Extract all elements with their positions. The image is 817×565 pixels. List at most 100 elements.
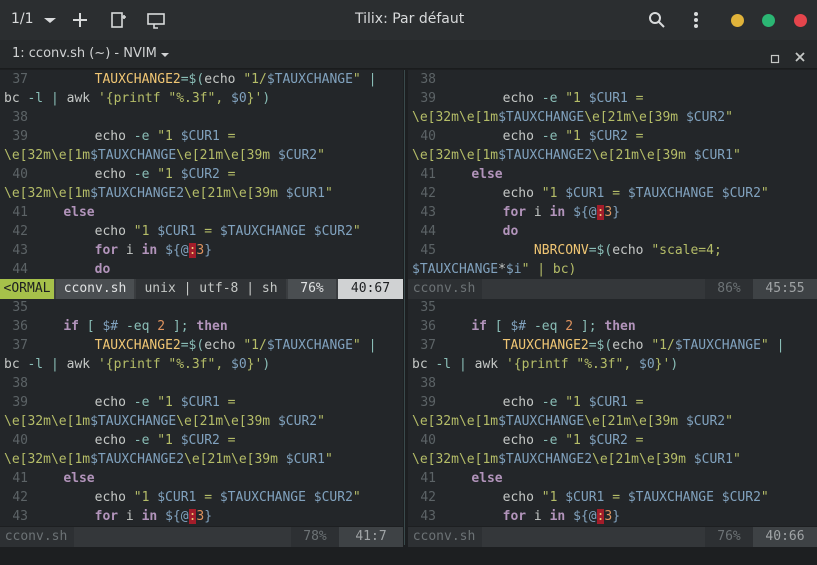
- line-text: echo -e "1 $CUR1 =: [32, 395, 236, 410]
- session-counter[interactable]: 1/1: [11, 11, 34, 27]
- status-position: 40:67: [338, 279, 403, 299]
- add-terminal-icon[interactable]: [68, 8, 92, 32]
- line-number: 42: [420, 186, 436, 201]
- window-title: Tilix: Par défaut: [355, 11, 465, 27]
- sync-input-icon[interactable]: [144, 8, 168, 32]
- status-position: 45:55: [753, 279, 817, 299]
- code-line: 40 echo -e "1 $CUR2 =: [0, 431, 403, 450]
- code-line: \e[32m\e[1m$TAUXCHANGE\e[21m\e[39m $CUR2…: [0, 146, 403, 165]
- line-number: 40: [12, 433, 28, 448]
- code-line: \e[32m\e[1m$TAUXCHANGE2\e[21m\e[39m $CUR…: [0, 184, 403, 203]
- status-fill: [482, 527, 705, 547]
- line-number: 38: [420, 376, 436, 391]
- status-percent: 76%: [707, 527, 751, 547]
- editor-pane-top-left[interactable]: 37 TAUXCHANGE2=$(echo "1/$TAUXCHANGE" | b…: [0, 70, 403, 280]
- close-terminal-icon[interactable]: [794, 48, 806, 62]
- line-text: echo "1 $CUR1 = $TAUXCHANGE $CUR2": [440, 186, 769, 201]
- code-line: 41 else: [408, 469, 817, 488]
- maximize-terminal-icon[interactable]: [770, 49, 780, 64]
- status-percent: 78%: [293, 527, 337, 547]
- code-line: 42 echo "1 $CUR1 = $TAUXCHANGE $CUR2": [408, 488, 817, 507]
- code-line: \e[32m\e[1m$TAUXCHANGE\e[21m\e[39m $CUR2…: [0, 412, 403, 431]
- status-percent: 76%: [288, 279, 336, 299]
- code-line: 35: [408, 298, 817, 317]
- line-text: echo -e "1 $CUR2 =: [440, 129, 644, 144]
- line-text: else: [471, 471, 503, 486]
- chevron-down-icon[interactable]: [38, 8, 62, 32]
- code-line: 36 if [ $# -eq 2 ]; then: [0, 317, 403, 336]
- chevron-down-icon[interactable]: [158, 47, 172, 61]
- line-text: echo -e "1 $CUR2 =: [32, 167, 236, 182]
- line-number: 36: [12, 319, 28, 334]
- line-number: 43: [420, 509, 436, 524]
- code-line: 40 echo -e "1 $CUR2 =: [408, 431, 817, 450]
- close-button[interactable]: [794, 14, 807, 27]
- code-line: 39 echo -e "1 $CUR1 =: [0, 393, 403, 412]
- code-line: 39 echo -e "1 $CUR1 =: [408, 89, 817, 108]
- status-line-top-right: cconv.sh 86% 45:55: [408, 279, 817, 299]
- code-line: bc -l | awk '{printf "%.3f", $0}'): [0, 89, 403, 108]
- line-text: \e[32m\e[1m$TAUXCHANGE2\e[21m\e[39m $CUR…: [4, 452, 333, 467]
- editor-pane-top-right[interactable]: 38 39 echo -e "1 $CUR1 = \e[32m\e[1m$TAUXC…: [408, 70, 817, 280]
- line-number: 39: [420, 91, 436, 106]
- editor-pane-bottom-left[interactable]: 35 36 if [ $# -eq 2 ]; then 37 TAUXCHANGE2…: [0, 298, 403, 526]
- search-icon[interactable]: [645, 8, 669, 32]
- line-text: if [ $# -eq 2 ]; then: [471, 319, 636, 334]
- status-line-bottom-left: cconv.sh 78% 41:7: [0, 527, 403, 547]
- status-fill: [482, 279, 705, 299]
- code-line: 38: [0, 108, 403, 127]
- code-line: $TAUXCHANGE*$i" | bc): [408, 260, 817, 279]
- line-text: echo -e "1 $CUR1 =: [32, 129, 236, 144]
- line-number: 44: [420, 224, 436, 239]
- code-line: 41 else: [0, 203, 403, 222]
- editor-pane-bottom-right[interactable]: 35 36 if [ $# -eq 2 ]; then 37 TAUXCHANGE2…: [408, 298, 817, 526]
- code-line: 38: [408, 70, 817, 89]
- status-position: 41:7: [339, 527, 403, 547]
- code-line: 37 TAUXCHANGE2=$(echo "1/$TAUXCHANGE" |: [0, 336, 403, 355]
- line-text: TAUXCHANGE2=$(echo "1/$TAUXCHANGE" |: [94, 338, 377, 353]
- code-line: \e[32m\e[1m$TAUXCHANGE\e[21m\e[39m $CUR2…: [408, 108, 817, 127]
- vertical-split-line: [404, 70, 405, 545]
- line-text: \e[32m\e[1m$TAUXCHANGE2\e[21m\e[39m $CUR…: [4, 186, 333, 201]
- line-number: 39: [12, 129, 28, 144]
- line-number: 36: [420, 319, 436, 334]
- code-line: 42 echo "1 $CUR1 = $TAUXCHANGE $CUR2": [408, 184, 817, 203]
- line-text: echo "1 $CUR1 = $TAUXCHANGE $CUR2": [32, 490, 361, 505]
- code-line: \e[32m\e[1m$TAUXCHANGE\e[21m\e[39m $CUR2…: [408, 412, 817, 431]
- code-line: 39 echo -e "1 $CUR1 =: [0, 127, 403, 146]
- line-text: \e[32m\e[1m$TAUXCHANGE\e[21m\e[39m $CUR2…: [4, 414, 325, 429]
- line-number: 45: [420, 243, 436, 258]
- line-text: echo -e "1 $CUR1 =: [440, 395, 644, 410]
- code-line: \e[32m\e[1m$TAUXCHANGE2\e[21m\e[39m $CUR…: [0, 450, 403, 469]
- status-filename: cconv.sh: [0, 527, 72, 547]
- code-line: 43 for i in ${@:3}: [408, 507, 817, 526]
- line-number: 40: [12, 167, 28, 182]
- line-text: NBRCONV=$(echo "scale=4;: [533, 243, 722, 258]
- minimize-button[interactable]: [731, 14, 744, 27]
- line-text: \e[32m\e[1m$TAUXCHANGE\e[21m\e[39m $CUR2…: [4, 148, 325, 163]
- code-line: 38: [408, 374, 817, 393]
- code-line: 44 do: [0, 260, 403, 279]
- code-line: bc -l | awk '{printf "%.3f", $0}'): [408, 355, 817, 374]
- terminal-title[interactable]: 1: cconv.sh (~) - NVIM: [12, 46, 157, 61]
- line-text: else: [63, 205, 95, 220]
- code-line: 35: [0, 298, 403, 317]
- status-fill: [74, 527, 291, 547]
- line-text: echo "1 $CUR1 = $TAUXCHANGE $CUR2": [32, 224, 361, 239]
- code-line: 38: [0, 374, 403, 393]
- line-text: echo -e "1 $CUR2 =: [440, 433, 644, 448]
- line-text: for i in ${@:3}: [94, 509, 213, 524]
- code-line: 36 if [ $# -eq 2 ]; then: [408, 317, 817, 336]
- line-text: for i in ${@:3}: [502, 509, 621, 524]
- menu-icon[interactable]: [684, 8, 708, 32]
- code-line: 41 else: [0, 469, 403, 488]
- maximize-button[interactable]: [762, 14, 775, 27]
- code-line: 45 NBRCONV=$(echo "scale=4;: [408, 241, 817, 260]
- line-text: \e[32m\e[1m$TAUXCHANGE\e[21m\e[39m $CUR2…: [412, 110, 733, 125]
- code-line: \e[32m\e[1m$TAUXCHANGE2\e[21m\e[39m $CUR…: [408, 450, 817, 469]
- line-text: \e[32m\e[1m$TAUXCHANGE2\e[21m\e[39m $CUR…: [412, 452, 741, 467]
- line-text: else: [471, 167, 503, 182]
- line-text: echo "1 $CUR1 = $TAUXCHANGE $CUR2": [440, 490, 769, 505]
- line-number: 38: [12, 110, 28, 125]
- add-session-icon[interactable]: [106, 8, 130, 32]
